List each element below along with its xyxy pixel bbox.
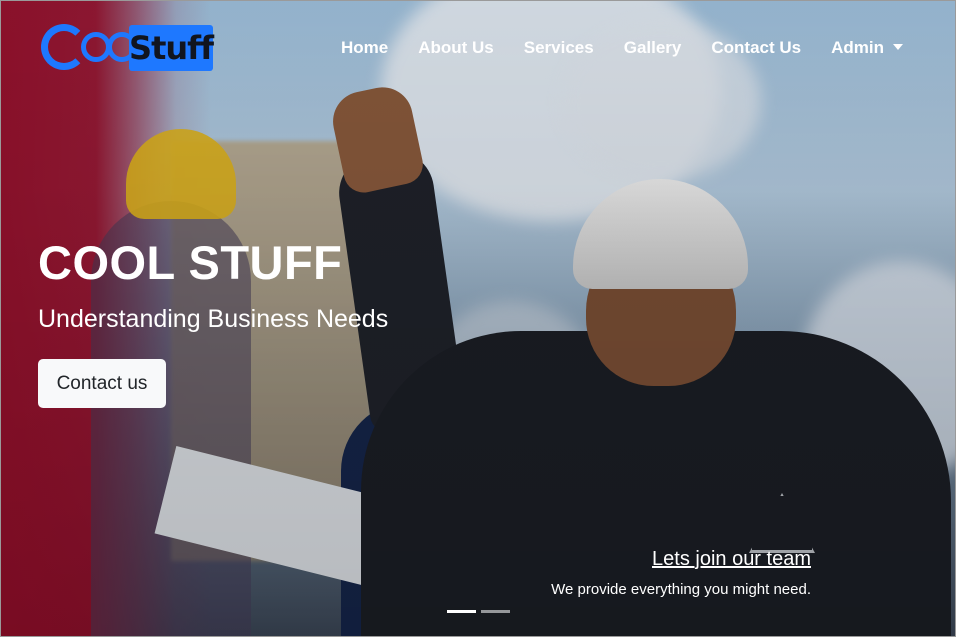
nav-admin-dropdown[interactable]: Admin [831, 38, 903, 58]
contact-us-button[interactable]: Contact us [38, 359, 166, 408]
nav-gallery[interactable]: Gallery [624, 38, 682, 58]
carousel-indicator-2[interactable] [481, 610, 510, 613]
carousel-indicators [447, 610, 515, 613]
hero-carousel: Stuff Home About Us Services Gallery Con… [0, 0, 956, 637]
main-nav: Home About Us Services Gallery Contact U… [341, 38, 903, 58]
hero-title: COOL STUFF [38, 236, 343, 289]
carousel-indicator-1[interactable] [447, 610, 476, 613]
brand-logo[interactable]: Stuff [41, 22, 214, 72]
nav-services[interactable]: Services [524, 38, 594, 58]
nav-about-us[interactable]: About Us [418, 38, 494, 58]
nav-contact-us[interactable]: Contact Us [711, 38, 801, 58]
caption-text: We provide everything you might need. [551, 581, 811, 598]
hero-subtitle: Understanding Business Needs [38, 305, 389, 333]
join-team-link[interactable]: Lets join our team [652, 548, 811, 571]
nav-admin-label: Admin [831, 38, 884, 57]
caret-down-icon [893, 43, 903, 50]
nav-home[interactable]: Home [341, 38, 388, 58]
logo-stuff-badge: Stuff [129, 25, 214, 71]
